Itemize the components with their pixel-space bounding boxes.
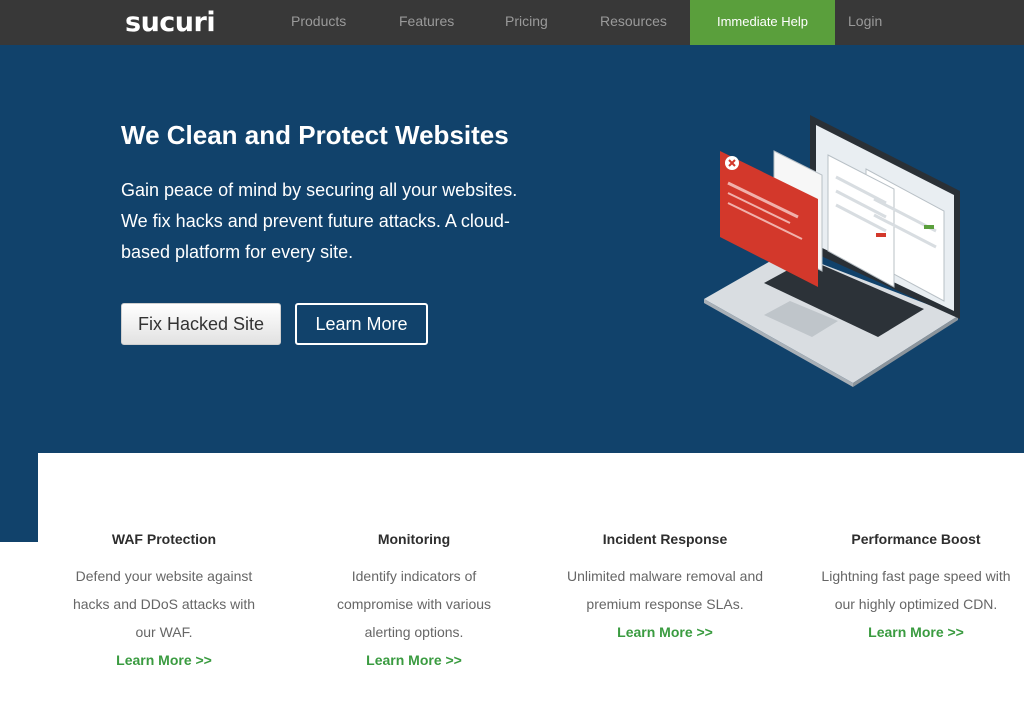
nav-item-features[interactable]: Features: [399, 0, 454, 45]
login-link[interactable]: Login: [848, 0, 882, 45]
feature-waf-protection: WAF Protection Defend your website again…: [64, 529, 264, 670]
logo-text: sucuri: [125, 6, 216, 38]
feature-description: Identify indicators of compromise with v…: [336, 568, 492, 640]
nav-item-pricing[interactable]: Pricing: [505, 0, 548, 45]
fix-hacked-site-button[interactable]: Fix Hacked Site: [121, 303, 281, 345]
hero-title: We Clean and Protect Websites: [121, 120, 509, 150]
page: sucuri Products Features Pricing Resourc…: [0, 0, 1024, 706]
top-navigation: sucuri Products Features Pricing Resourc…: [0, 0, 1024, 45]
features-card: WAF Protection Defend your website again…: [38, 453, 1024, 706]
feature-learn-more-link[interactable]: Learn More >>: [617, 624, 713, 640]
laptop-illustration: [704, 115, 960, 387]
feature-title: Incident Response: [602, 531, 728, 547]
feature-description: Defend your website against hacks and DD…: [72, 568, 256, 640]
feature-title: Performance Boost: [851, 531, 981, 547]
feature-title: WAF Protection: [111, 531, 217, 547]
feature-description: Unlimited malware removal and premium re…: [566, 568, 764, 612]
hero-subtitle: Gain peace of mind by securing all your …: [121, 180, 518, 262]
feature-learn-more-link[interactable]: Learn More >>: [868, 624, 964, 640]
feature-learn-more-link[interactable]: Learn More >>: [366, 652, 462, 668]
feature-monitoring: Monitoring Identify indicators of compro…: [314, 529, 514, 670]
feature-learn-more-link[interactable]: Learn More >>: [116, 652, 212, 668]
feature-incident-response: Incident Response Unlimited malware remo…: [565, 529, 765, 642]
nav-item-resources[interactable]: Resources: [600, 0, 667, 45]
immediate-help-button[interactable]: Immediate Help: [690, 0, 835, 45]
learn-more-button[interactable]: Learn More: [295, 303, 428, 345]
feature-title: Monitoring: [377, 531, 451, 547]
feature-description: Lightning fast page speed with our highl…: [821, 568, 1011, 612]
nav-item-products[interactable]: Products: [291, 0, 346, 45]
sucuri-logo[interactable]: sucuri: [125, 6, 216, 38]
feature-performance-boost: Performance Boost Lightning fast page sp…: [816, 529, 1016, 642]
